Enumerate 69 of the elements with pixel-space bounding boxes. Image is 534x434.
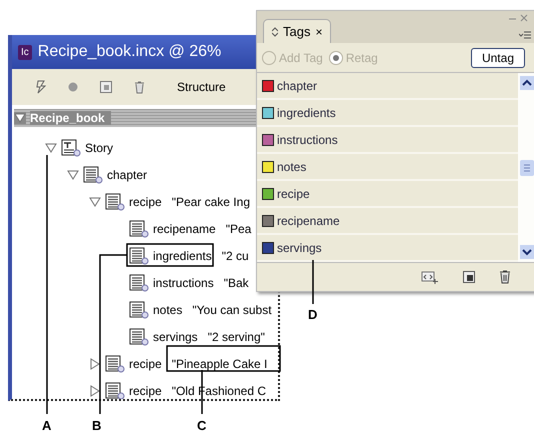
- dot-icon[interactable]: [68, 82, 78, 92]
- tag-name[interactable]: recipename: [153, 222, 216, 236]
- scroll-thumb-icon: [520, 160, 534, 176]
- tag-row[interactable]: chapter: [257, 73, 518, 100]
- tag-value: "2 cu: [222, 248, 249, 262]
- tab-close[interactable]: ×: [315, 24, 322, 38]
- document-icon: [129, 274, 149, 292]
- tag-value: "Bak: [224, 276, 249, 290]
- scroll-down-icon: [520, 245, 534, 259]
- tab-label: Tags: [283, 24, 310, 39]
- new-tag-icon[interactable]: [421, 270, 439, 284]
- menu-icon[interactable]: [519, 31, 531, 40]
- story-icon: [61, 138, 81, 156]
- tag-row[interactable]: recipe: [257, 181, 518, 208]
- callout-label: C: [197, 418, 206, 433]
- tag-row[interactable]: notes: [257, 154, 518, 181]
- radio-label: Retag: [346, 50, 378, 64]
- radio-label: Add Tag: [279, 50, 323, 64]
- app-icon: Ic: [18, 44, 32, 60]
- tag-name[interactable]: notes: [153, 302, 182, 316]
- tag-name: servings: [277, 240, 322, 254]
- trash-icon[interactable]: [134, 80, 145, 94]
- square-icon[interactable]: [463, 270, 475, 282]
- tag-row[interactable]: instructions: [257, 127, 518, 154]
- tag-name: recipe: [277, 186, 310, 200]
- tag-row[interactable]: recipename: [257, 208, 518, 235]
- document-icon: [129, 246, 149, 264]
- tag-name[interactable]: servings: [153, 330, 198, 344]
- tag-value: "Pineapple Cake I: [172, 356, 268, 370]
- tag-name[interactable]: recipe: [129, 194, 162, 208]
- tag-name: ingredients: [277, 106, 336, 120]
- lightning-icon[interactable]: [36, 80, 46, 94]
- callout-label: A: [42, 418, 52, 433]
- tag-value: "Pear cake Ing: [172, 194, 250, 208]
- tag-name[interactable]: instructions: [153, 276, 214, 290]
- toolbar-label: Structure: [177, 80, 226, 94]
- tag-name: notes: [277, 160, 306, 174]
- document-icon: [83, 166, 103, 184]
- tag-row[interactable]: ingredients: [257, 100, 518, 127]
- tag-name[interactable]: recipe: [129, 356, 162, 370]
- document-icon: [105, 192, 125, 210]
- tag-value: "2 serving": [208, 330, 265, 344]
- tag-name: instructions: [277, 132, 338, 146]
- document-icon: [129, 300, 149, 318]
- trash-icon[interactable]: [499, 270, 511, 284]
- disclosure-triangle[interactable]: [89, 384, 101, 396]
- tag-name[interactable]: Story: [85, 140, 114, 154]
- tag-name: recipename: [277, 214, 340, 228]
- tag-row[interactable]: servings: [257, 235, 518, 262]
- scrollbar[interactable]: [518, 73, 534, 262]
- tag-name[interactable]: ingredients: [153, 248, 212, 262]
- document-icon: [129, 220, 149, 238]
- tag-value: "Pea: [226, 222, 252, 236]
- sort-icon: [272, 26, 278, 36]
- untag-button[interactable]: Untag: [470, 48, 525, 68]
- tag-value: "You can subst: [192, 302, 272, 316]
- document-icon: [105, 354, 125, 372]
- tag-name[interactable]: recipe: [129, 384, 162, 398]
- tag-name: chapter: [277, 78, 318, 92]
- scroll-up-icon: [520, 76, 534, 90]
- disclosure-triangle[interactable]: [89, 358, 101, 370]
- callout-label: B: [92, 418, 102, 433]
- window-title: Recipe_book.incx @ 26%: [38, 43, 222, 61]
- leader-line: [312, 260, 314, 304]
- panel-tab[interactable]: Tags ×: [263, 19, 332, 43]
- document-icon: [129, 328, 149, 346]
- tag-name[interactable]: chapter: [107, 168, 148, 182]
- root-label: Recipe_book: [30, 111, 111, 125]
- callout-label: D: [308, 307, 318, 322]
